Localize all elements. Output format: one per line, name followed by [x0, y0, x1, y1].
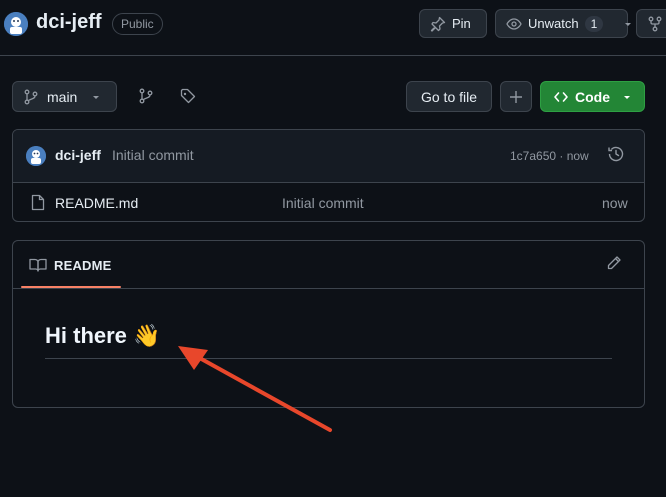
- code-button[interactable]: Code: [540, 81, 645, 112]
- pencil-icon: [606, 255, 622, 271]
- file-icon: [31, 194, 45, 211]
- code-icon: [553, 89, 569, 105]
- commit-author-avatar[interactable]: [26, 146, 46, 166]
- plus-icon: [509, 90, 523, 104]
- code-label: Code: [575, 88, 610, 105]
- branches-icon: [138, 88, 154, 104]
- branch-icon: [23, 89, 39, 105]
- branch-selector[interactable]: main: [12, 81, 117, 112]
- fork-button[interactable]: [636, 9, 666, 38]
- pin-button[interactable]: Pin: [419, 9, 487, 38]
- unwatch-button[interactable]: Unwatch 1: [495, 9, 632, 38]
- add-file-button[interactable]: [500, 81, 532, 112]
- visibility-badge: Public: [112, 13, 163, 35]
- readme-panel: README Hi there 👋: [12, 240, 645, 408]
- tags-link[interactable]: [177, 85, 199, 107]
- go-to-file-button[interactable]: Go to file: [406, 81, 492, 112]
- commit-author[interactable]: dci-jeff: [55, 147, 101, 163]
- book-icon: [29, 257, 47, 273]
- header-divider: [0, 55, 666, 56]
- tag-icon: [180, 88, 196, 104]
- history-icon: [607, 145, 625, 163]
- pin-label: Pin: [452, 16, 471, 31]
- commit-sha-time[interactable]: 1c7a650 · now: [510, 149, 589, 163]
- watch-count: 1: [584, 15, 604, 32]
- pin-icon: [430, 16, 446, 32]
- commit-message[interactable]: Initial commit: [112, 147, 194, 163]
- file-commit-time: now: [602, 195, 628, 211]
- readme-header: README: [13, 241, 644, 289]
- repo-owner-avatar[interactable]: [4, 12, 28, 36]
- heading-rule: [45, 358, 612, 359]
- branch-name: main: [47, 88, 78, 105]
- branches-link[interactable]: [135, 85, 157, 107]
- unwatch-label: Unwatch: [528, 16, 579, 31]
- fork-icon: [647, 16, 663, 32]
- file-browser: dci-jeff Initial commit 1c7a650 · now RE…: [12, 129, 645, 222]
- repo-name[interactable]: dci-jeff: [36, 11, 102, 34]
- readme-heading: Hi there 👋: [45, 323, 161, 348]
- eye-icon: [506, 16, 522, 32]
- file-commit-message[interactable]: Initial commit: [282, 195, 364, 211]
- file-name[interactable]: README.md: [55, 195, 138, 211]
- history-button[interactable]: [607, 145, 625, 163]
- active-tab-indicator: [21, 286, 121, 288]
- chevron-down-icon: [622, 92, 632, 102]
- latest-commit-bar: dci-jeff Initial commit 1c7a650 · now: [13, 130, 644, 183]
- tab-readme[interactable]: README: [54, 258, 112, 273]
- chevron-down-icon: [91, 92, 101, 102]
- edit-readme-button[interactable]: [606, 255, 622, 271]
